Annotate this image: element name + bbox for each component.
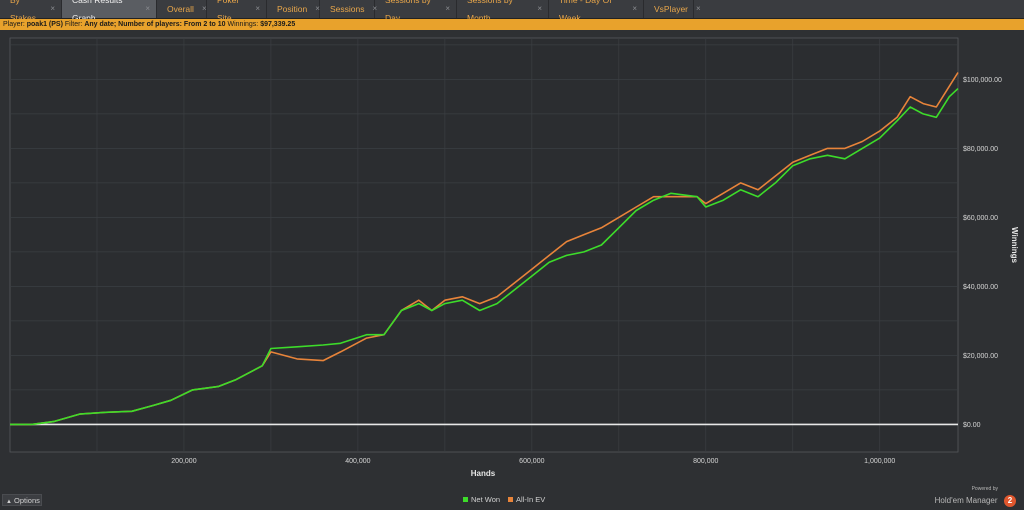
tab-sessions-by-day[interactable]: Sessions by Day × — [375, 0, 457, 23]
x-tick-label: 1,000,000 — [864, 458, 895, 465]
options-label: Options — [14, 496, 40, 505]
legend-swatch — [508, 497, 514, 502]
x-tick-label: 200,000 — [171, 458, 196, 465]
legend-swatch — [463, 497, 468, 502]
close-icon[interactable]: × — [445, 0, 450, 18]
tab-by-stakes[interactable]: By Stakes × — [0, 0, 62, 23]
winnings-value: $97,339.25 — [260, 21, 296, 28]
brand-logo-icon: 2 — [1004, 494, 1016, 507]
brand-name: Hold'em Manager — [934, 496, 998, 506]
tab-vsplayer[interactable]: VsPlayer × — [644, 0, 701, 18]
x-tick-label: 600,000 — [519, 458, 544, 465]
tab-cash-results-graph[interactable]: Cash Results Graph × — [62, 0, 157, 23]
legend-item: Net Won — [463, 495, 500, 504]
tab-sessions[interactable]: Sessions × — [320, 0, 377, 18]
close-icon[interactable]: × — [255, 0, 260, 18]
chart-legend: Net Won All-In EV — [463, 495, 545, 504]
y-tick-label: $80,000.00 — [963, 146, 998, 153]
results-chart: 200,000 400,000 600,000 800,000 1,000,000 $0.… — [9, 37, 1019, 478]
tab-label: Overall — [167, 4, 194, 14]
x-tick-label: 800,000 — [693, 458, 718, 465]
brand: Powered by Hold'em Manager 2 — [935, 486, 1016, 510]
tab-label: Sessions — [330, 4, 365, 14]
tab-position[interactable]: Position × — [267, 0, 320, 18]
y-tick-label: $40,000.00 — [963, 284, 998, 291]
filter-bar: Player: poak1 (PS) Filter: Any date; Num… — [0, 19, 1024, 30]
tab-label: Position — [277, 4, 308, 14]
chevron-up-icon: ▲ — [6, 499, 12, 505]
close-icon[interactable]: × — [145, 0, 150, 18]
close-icon[interactable]: × — [202, 0, 207, 18]
tab-poker-site[interactable]: Poker Site × — [207, 0, 267, 23]
x-axis-label: Hands — [471, 469, 496, 478]
tab-sessions-by-month[interactable]: Sessions by Month × — [457, 0, 549, 23]
tab-time-day-of-week[interactable]: Time - Day Of Week × — [549, 0, 644, 23]
player-label: Player: — [3, 21, 25, 28]
options-button[interactable]: ▲ Options — [2, 494, 42, 506]
y-axis-label: Winnings — [1010, 227, 1019, 263]
x-tick-label: 400,000 — [345, 458, 370, 465]
close-icon[interactable]: × — [50, 0, 55, 18]
legend-label: All-In EV — [516, 495, 546, 504]
filter-label: Filter: — [64, 21, 83, 28]
tab-overall[interactable]: Overall × — [157, 0, 207, 18]
bottom-bar: ▲ Options Net Won All-In EV Powered by Ho… — [0, 486, 1024, 508]
player-name: poak1 (PS) — [26, 21, 63, 28]
tab-bar: By Stakes × Cash Results Graph × Overall × Pok… — [0, 0, 1024, 23]
powered-by-text: Powered by — [971, 486, 998, 492]
y-tick-label: $100,000.00 — [963, 77, 1002, 84]
legend-item: All-In EV — [508, 495, 545, 504]
winnings-label: Winnings: — [227, 21, 259, 28]
y-tick-label: $60,000.00 — [963, 215, 998, 222]
close-icon[interactable]: × — [696, 0, 701, 18]
chart-area: 200,000 400,000 600,000 800,000 1,000,000 $0.… — [0, 30, 1024, 497]
legend-label: Net Won — [471, 495, 501, 504]
y-tick-label: $0.00 — [963, 422, 981, 429]
y-tick-label: $20,000.00 — [963, 353, 998, 360]
close-icon[interactable]: × — [537, 0, 542, 18]
tab-label: VsPlayer — [654, 4, 689, 14]
filter-text: Any date; Number of players: From 2 to 1… — [84, 21, 226, 28]
close-icon[interactable]: × — [632, 0, 637, 18]
